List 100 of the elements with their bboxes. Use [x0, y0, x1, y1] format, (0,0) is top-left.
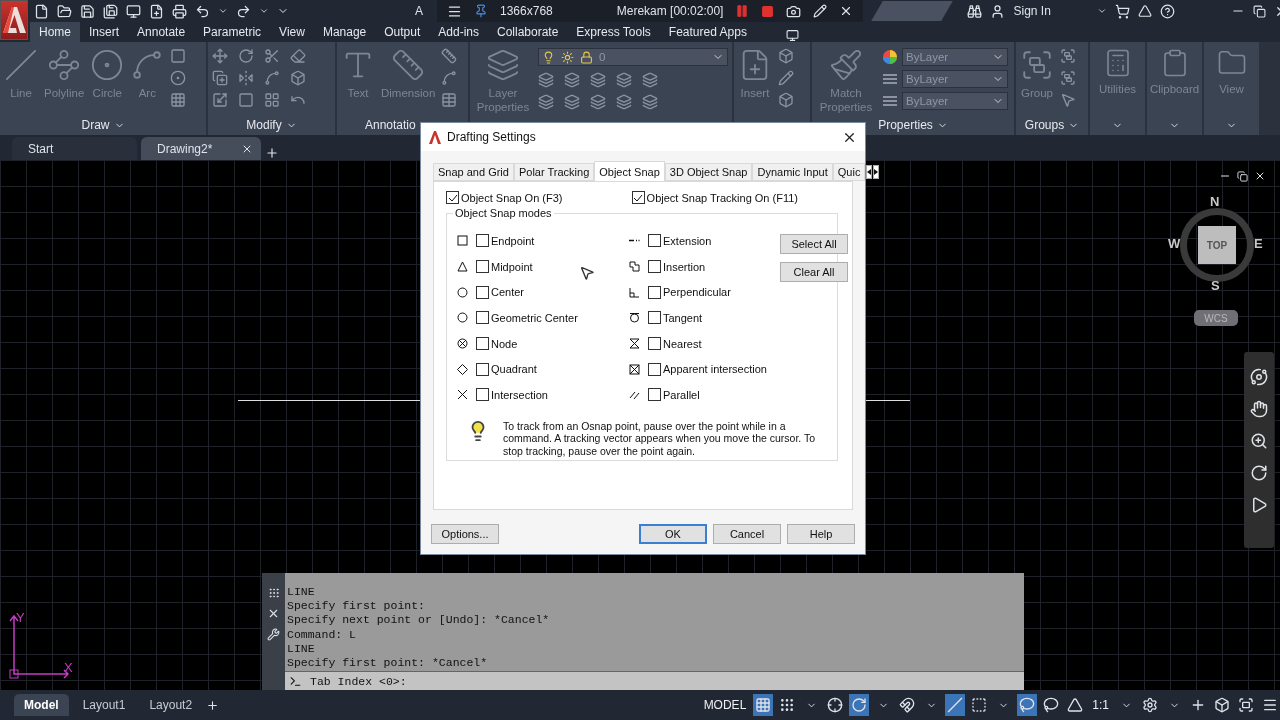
dialog-tab[interactable]: Object Snap	[594, 161, 665, 182]
application-menu-button[interactable]	[0, 0, 28, 40]
scroll-right-button[interactable]	[873, 165, 880, 179]
checkbox[interactable]	[648, 260, 661, 274]
polar-icon[interactable]	[849, 694, 870, 716]
undo-icon[interactable]	[195, 3, 210, 19]
lightbulb-icon[interactable]	[542, 50, 555, 64]
ribbon-tab[interactable]: View	[270, 22, 314, 42]
model-space-toggle[interactable]: MODEL	[700, 698, 750, 712]
checkbox[interactable]	[476, 388, 489, 402]
scroll-left-button[interactable]	[866, 165, 873, 179]
ribbon-tab[interactable]: Output	[375, 22, 430, 42]
angle-icon[interactable]	[945, 694, 966, 716]
compass-label[interactable]: E	[1254, 236, 1263, 251]
ribbon-tab[interactable]: Home	[30, 22, 80, 42]
dialog-button[interactable]: Cancel	[713, 524, 781, 544]
restore-icon[interactable]	[1237, 170, 1248, 182]
ribbon-tab[interactable]: Insert	[80, 22, 129, 42]
checkbox[interactable]	[476, 285, 489, 299]
checkbox[interactable]	[648, 362, 661, 376]
camera-icon[interactable]	[786, 3, 802, 19]
checkbox[interactable]	[476, 362, 489, 376]
redo-icon[interactable]	[236, 3, 251, 19]
dialog-tab[interactable]: Quic	[832, 163, 866, 181]
triangle-icon[interactable]	[1137, 4, 1152, 18]
panel-title[interactable]: Draw	[81, 118, 110, 132]
checkbox[interactable]	[446, 191, 459, 204]
checkbox[interactable]	[648, 285, 661, 299]
ribbon-tab[interactable]: Collaborate	[488, 22, 568, 42]
add-layout-icon[interactable]	[206, 698, 220, 712]
compass-label[interactable]: W	[1168, 236, 1181, 251]
dialog-tab[interactable]: 3D Object Snap	[664, 163, 753, 181]
zoom-icon[interactable]	[1250, 432, 1268, 450]
panel-title[interactable]: Modify	[246, 118, 282, 132]
terminal-icon[interactable]	[289, 674, 302, 688]
pause-icon[interactable]	[735, 4, 750, 18]
panel-title[interactable]: Properties	[878, 118, 933, 132]
showmotion-icon[interactable]	[1250, 496, 1268, 514]
dialog-button[interactable]: Clear All	[780, 262, 848, 282]
checkbox[interactable]	[648, 337, 661, 351]
restore-icon[interactable]	[1252, 4, 1266, 18]
sun-icon[interactable]	[561, 50, 574, 64]
grid-icon[interactable]	[753, 694, 774, 716]
ribbon-tab[interactable]: Featured Apps	[659, 22, 756, 42]
dialog-button[interactable]: Help	[787, 524, 855, 544]
dialog-tab[interactable]: Snap and Grid	[433, 163, 514, 181]
compass-label[interactable]: S	[1211, 278, 1220, 293]
binoculars-icon[interactable]	[967, 3, 983, 19]
viewcube-face[interactable]: TOP	[1206, 239, 1228, 251]
linetype-icon[interactable]	[882, 71, 898, 87]
panel-title[interactable]: Groups	[1024, 118, 1065, 132]
ribbon-tab[interactable]: Manage	[313, 22, 376, 42]
pencil-icon[interactable]	[813, 4, 828, 18]
ribbon-tab[interactable]: Parametric	[194, 22, 271, 42]
ribbon-tab[interactable]: Express Tools	[567, 22, 660, 42]
linetype-icon[interactable]	[882, 93, 898, 109]
save-as-icon[interactable]	[103, 3, 118, 19]
file-tab[interactable]: Drawing2*	[141, 137, 261, 160]
ribbon-tab[interactable]: Annotate	[128, 22, 195, 42]
pin-icon[interactable]	[474, 4, 488, 18]
caret-icon[interactable]	[218, 6, 228, 16]
checkbox[interactable]	[476, 311, 489, 325]
caret-icon[interactable]	[1096, 6, 1107, 16]
checkbox[interactable]	[648, 311, 661, 325]
lock-icon[interactable]	[580, 50, 593, 64]
save-icon[interactable]	[80, 3, 95, 19]
layout-tab[interactable]: Model	[14, 694, 69, 716]
file-tab[interactable]: Start	[12, 137, 137, 160]
checkbox[interactable]	[476, 260, 489, 274]
close-icon[interactable]	[1254, 170, 1266, 182]
layout-tab[interactable]: Layout2	[139, 694, 203, 716]
annotation-scale[interactable]: 1:1	[1089, 698, 1112, 712]
command-input[interactable]: Tab Index <0>:	[285, 671, 1024, 690]
ribbon-tab[interactable]: Add-ins	[429, 22, 488, 42]
user-icon[interactable]	[990, 3, 1006, 19]
stop-icon[interactable]	[761, 4, 775, 18]
compass-label[interactable]: N	[1210, 194, 1220, 209]
checkbox[interactable]	[476, 337, 489, 351]
menu-icon[interactable]	[447, 3, 462, 19]
sign-in-link[interactable]: Sign In	[1013, 4, 1051, 18]
dialog-tab[interactable]: Polar Tracking	[513, 163, 595, 181]
pan-icon[interactable]	[1250, 400, 1268, 418]
caret-icon[interactable]	[259, 6, 269, 16]
new-file-icon[interactable]	[34, 3, 49, 19]
layout-tab[interactable]: Layout1	[72, 694, 136, 716]
help-icon[interactable]	[1159, 3, 1175, 19]
checkbox[interactable]	[631, 191, 645, 204]
dialog-button[interactable]: Select All	[780, 234, 848, 254]
options-button[interactable]: Options...	[431, 524, 499, 544]
cart-icon[interactable]	[1114, 3, 1130, 19]
wrench-icon[interactable]	[267, 628, 280, 641]
checkbox[interactable]	[648, 234, 661, 248]
checkbox[interactable]	[648, 388, 661, 402]
dialog-button[interactable]: OK	[639, 524, 707, 544]
dialog-tab[interactable]: Dynamic Input	[752, 163, 833, 181]
open-folder-icon[interactable]	[57, 3, 72, 19]
close-icon[interactable]	[267, 607, 280, 620]
checkbox[interactable]	[476, 234, 489, 248]
new-tab-icon[interactable]	[265, 146, 279, 160]
print-icon[interactable]	[172, 3, 187, 19]
